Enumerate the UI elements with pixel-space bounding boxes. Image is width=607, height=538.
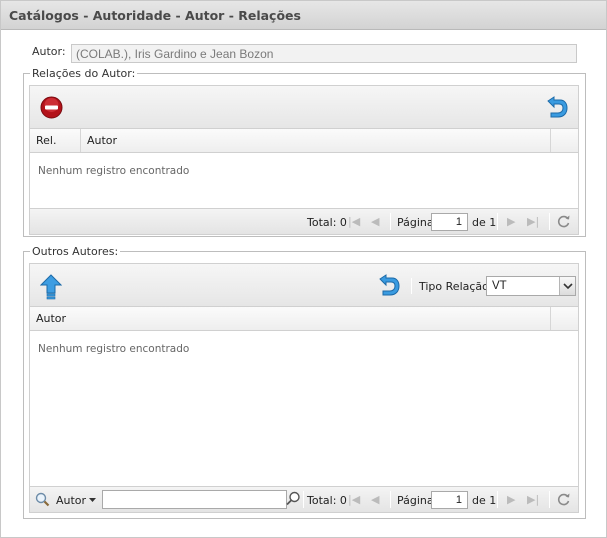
toolbar-separator xyxy=(411,278,412,294)
chevron-down-icon xyxy=(559,277,575,295)
others-page-of: de 1 xyxy=(472,494,497,507)
column-rel[interactable]: Rel. xyxy=(30,129,81,152)
prev-page-icon[interactable]: ◀ xyxy=(371,493,379,506)
pager-separator xyxy=(390,491,391,508)
others-pager: Autor Total: 0 |◀ ◀ Página 1 de 1 ▶ ▶| xyxy=(30,486,578,512)
window-title: Catálogos - Autoridade - Autor - Relaçõe… xyxy=(9,8,301,23)
first-page-icon[interactable]: |◀ xyxy=(348,493,360,506)
others-page-label: Página xyxy=(397,494,434,507)
pager-separator xyxy=(390,213,391,230)
relation-type-select[interactable]: VT xyxy=(486,276,576,296)
last-page-icon[interactable]: ▶| xyxy=(527,215,539,228)
pager-separator xyxy=(549,213,550,230)
up-arrow-icon[interactable] xyxy=(40,274,62,300)
title-bar: Catálogos - Autoridade - Autor - Relaçõe… xyxy=(1,1,606,30)
window: Catálogos - Autoridade - Autor - Relaçõe… xyxy=(0,0,607,538)
relations-empty-message: Nenhum registro encontrado xyxy=(38,165,190,177)
relations-panel: Rel. Autor Nenhum registro encontrado To… xyxy=(29,85,579,235)
next-page-icon[interactable]: ▶ xyxy=(507,215,515,228)
prev-page-icon[interactable]: ◀ xyxy=(371,215,379,228)
relations-pager: Total: 0 |◀ ◀ Página 1 de 1 ▶ ▶| xyxy=(30,208,578,234)
relation-type-label: Tipo Relação: xyxy=(419,280,493,293)
first-page-icon[interactable]: |◀ xyxy=(348,215,360,228)
remove-icon[interactable] xyxy=(40,96,63,119)
search-field-label[interactable]: Autor xyxy=(56,494,86,507)
others-page-input[interactable]: 1 xyxy=(431,491,468,509)
relations-grid-header: Rel. Autor xyxy=(30,129,578,153)
others-empty-message: Nenhum registro encontrado xyxy=(38,343,190,355)
column-author[interactable]: Autor xyxy=(30,307,551,330)
others-panel: Tipo Relação: VT Autor Nenhum registro e… xyxy=(29,263,579,513)
relations-legend: Relações do Autor: xyxy=(32,67,136,80)
relations-total: Total: 0 xyxy=(307,216,347,229)
search-icon[interactable] xyxy=(285,491,301,507)
relations-toolbar xyxy=(30,86,578,129)
column-author[interactable]: Autor xyxy=(81,129,551,152)
last-page-icon[interactable]: ▶| xyxy=(527,493,539,506)
others-grid-header: Autor xyxy=(30,307,578,331)
search-input[interactable] xyxy=(102,490,287,509)
refresh-icon[interactable] xyxy=(556,492,571,507)
others-toolbar: Tipo Relação: VT xyxy=(30,264,578,307)
next-page-icon[interactable]: ▶ xyxy=(507,493,515,506)
undo-arrow-icon[interactable] xyxy=(377,274,401,298)
relation-type-value: VT xyxy=(492,280,507,292)
chevron-down-icon[interactable] xyxy=(89,498,96,503)
relations-page-input[interactable]: 1 xyxy=(431,213,468,231)
others-total: Total: 0 xyxy=(307,494,347,507)
pager-separator xyxy=(497,491,498,508)
relations-page-label: Página xyxy=(397,216,434,229)
undo-arrow-icon[interactable] xyxy=(545,96,569,120)
author-label: Autor: xyxy=(32,45,66,58)
author-field: (COLAB.), Iris Gardino e Jean Bozon xyxy=(71,44,577,63)
pager-separator xyxy=(549,491,550,508)
relations-page-of: de 1 xyxy=(472,216,497,229)
others-legend: Outros Autores: xyxy=(32,245,119,258)
refresh-icon[interactable] xyxy=(556,214,571,229)
pager-separator xyxy=(303,491,304,508)
pager-separator xyxy=(497,213,498,230)
magnifier-icon[interactable] xyxy=(35,492,50,507)
